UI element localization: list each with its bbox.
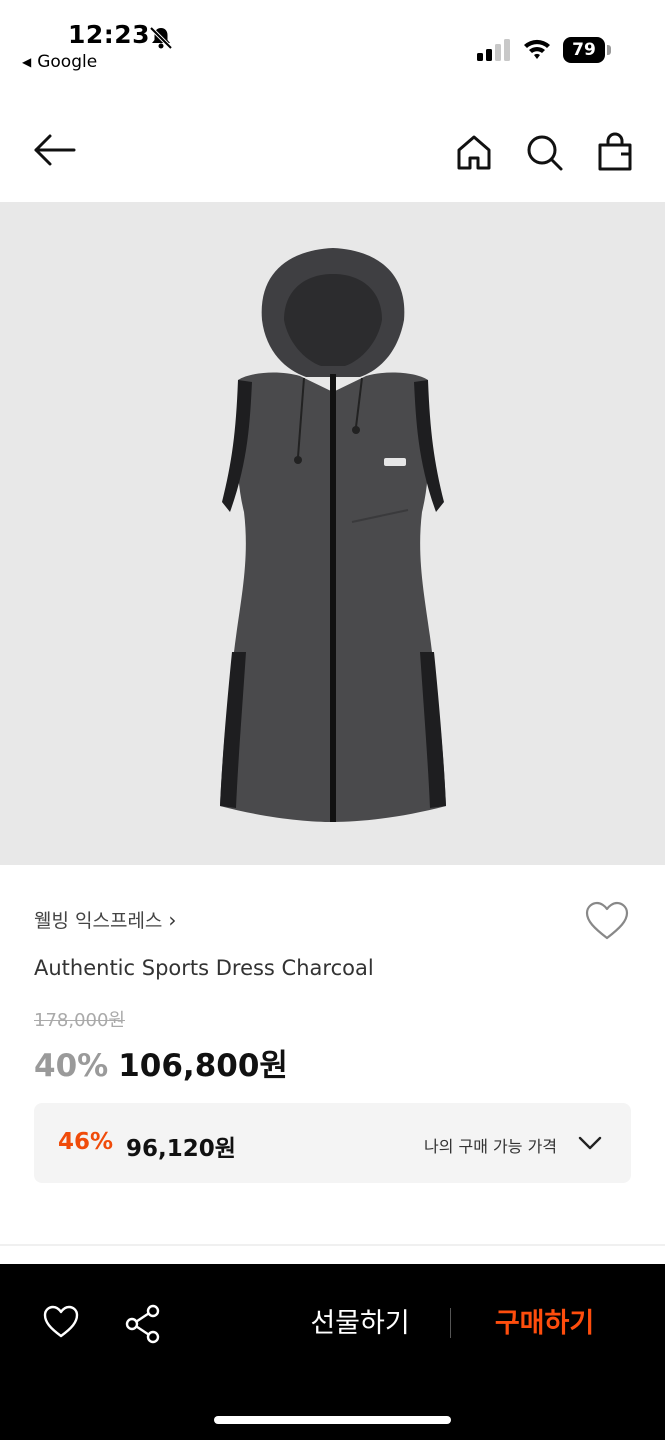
my-price-label: 나의 구매 가능 가격 bbox=[424, 1137, 558, 1156]
sale-price: 106,800원 bbox=[118, 1048, 288, 1084]
price-row: 40% 106,800원 bbox=[34, 1040, 288, 1085]
brand-link[interactable]: 웰빙 익스프레스 › bbox=[34, 906, 176, 933]
back-arrow-icon[interactable] bbox=[32, 132, 78, 168]
product-image[interactable] bbox=[0, 202, 665, 865]
top-nav bbox=[0, 110, 665, 200]
home-icon[interactable] bbox=[454, 132, 494, 172]
status-time: 12:23 bbox=[68, 20, 151, 49]
wifi-icon bbox=[524, 39, 550, 59]
back-to-app-link[interactable]: ◀ Google bbox=[22, 52, 97, 72]
back-triangle-icon: ◀ bbox=[22, 55, 32, 69]
cellular-signal-icon bbox=[477, 39, 510, 61]
product-name: Authentic Sports Dress Charcoal bbox=[34, 956, 374, 980]
battery-level: 79 bbox=[563, 37, 605, 63]
original-price: 178,000원 bbox=[34, 1010, 125, 1031]
my-price-dropdown[interactable]: 46% 96,120원 나의 구매 가능 가격 bbox=[34, 1103, 631, 1183]
bell-muted-icon bbox=[149, 26, 173, 50]
back-app-label: Google bbox=[37, 52, 98, 72]
bottom-action-bar: 선물하기 구매하기 bbox=[0, 1264, 665, 1440]
my-price-value: 96,120원 bbox=[126, 1136, 236, 1162]
heart-icon[interactable] bbox=[42, 1304, 80, 1340]
wishlist-heart-icon[interactable] bbox=[584, 900, 630, 942]
button-separator bbox=[450, 1308, 451, 1338]
brand-name: 웰빙 익스프레스 bbox=[34, 910, 163, 932]
chevron-right-icon: › bbox=[168, 907, 177, 932]
discount-rate: 40% bbox=[34, 1048, 109, 1084]
home-indicator[interactable] bbox=[214, 1416, 451, 1424]
dress-illustration bbox=[220, 248, 446, 822]
section-divider bbox=[0, 1244, 665, 1246]
battery-tip bbox=[607, 45, 611, 55]
shopping-bag-icon[interactable] bbox=[595, 132, 635, 172]
chevron-down-icon[interactable] bbox=[577, 1133, 603, 1153]
battery-indicator: 79 bbox=[563, 37, 611, 63]
buy-button[interactable]: 구매하기 bbox=[472, 1302, 617, 1346]
gift-button[interactable]: 선물하기 bbox=[290, 1302, 430, 1346]
share-icon[interactable] bbox=[124, 1304, 162, 1344]
status-bar: 12:23 ◀ Google 79 bbox=[0, 0, 665, 90]
search-icon[interactable] bbox=[524, 132, 564, 172]
my-discount-rate: 46% bbox=[58, 1129, 114, 1155]
